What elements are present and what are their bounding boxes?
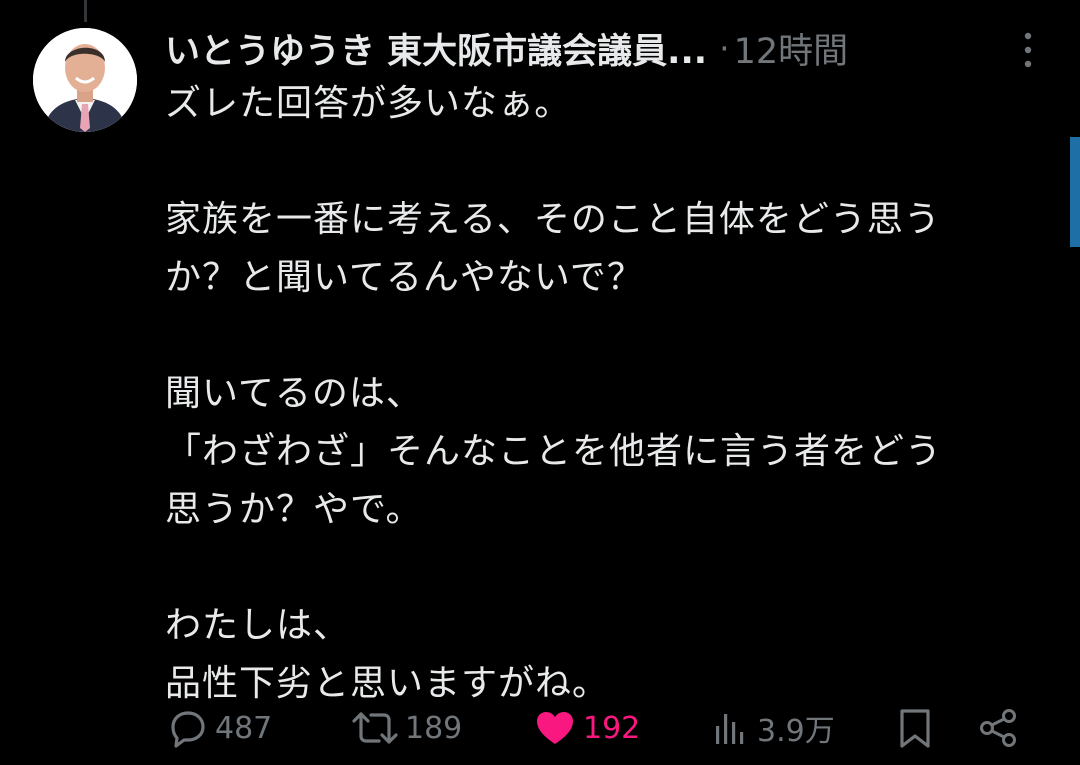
avatar[interactable] <box>33 28 137 132</box>
scroll-indicator <box>1070 137 1080 247</box>
post-body: ズレた回答が多いなぁ。 家族を一番に考える、そのこと自体をどう思う か？と聞いて… <box>165 75 1060 713</box>
header-separator: · <box>719 28 730 68</box>
views-icon <box>716 714 744 744</box>
post-text-line <box>165 539 1060 597</box>
post-text-line: 「わざわざ」そんなことを他者に言う者をどう <box>165 431 943 472</box>
post-text-line <box>165 307 1060 365</box>
repost-count: 189 <box>405 710 463 746</box>
more-vertical-icon <box>1024 32 1032 68</box>
repost-icon <box>352 712 398 744</box>
avatar-portrait-icon <box>33 28 137 132</box>
post-text-line: ズレた回答が多いなぁ。 <box>165 83 572 124</box>
like-button[interactable]: 192 <box>533 700 640 756</box>
post-text-line: 思うか？やで。 <box>165 489 423 530</box>
reply-count: 487 <box>215 710 273 746</box>
post-timestamp[interactable]: 12時間 <box>734 23 849 74</box>
more-options-button[interactable] <box>1008 28 1048 72</box>
post-text-line: 聞いてるのは、 <box>165 373 423 414</box>
bookmark-icon <box>900 709 930 748</box>
post-header: いとうゆうき 東大阪市議会議員... · 12時間 <box>165 22 1040 74</box>
post-text-line <box>165 133 1060 191</box>
action-bar: 487 189 192 3.9万 <box>165 700 1035 756</box>
post-text-line: わたしは、 <box>165 605 351 646</box>
thread-connector-line <box>84 0 87 22</box>
post-text-line: か？と聞いてるんやないで？ <box>165 257 644 298</box>
views-button[interactable]: 3.9万 <box>711 700 835 756</box>
share-button[interactable] <box>977 700 1021 756</box>
views-count: 3.9万 <box>757 714 835 749</box>
bookmark-button[interactable] <box>895 700 935 756</box>
like-count: 192 <box>583 710 641 746</box>
post-text-line: 家族を一番に考える、そのこと自体をどう思う <box>165 199 941 240</box>
repost-button[interactable]: 189 <box>351 700 462 756</box>
author-name[interactable]: いとうゆうき 東大阪市議会議員... <box>165 23 707 74</box>
heart-icon <box>537 712 573 744</box>
reply-icon <box>171 711 205 748</box>
share-icon <box>980 709 1016 747</box>
reply-button[interactable]: 487 <box>165 700 272 756</box>
